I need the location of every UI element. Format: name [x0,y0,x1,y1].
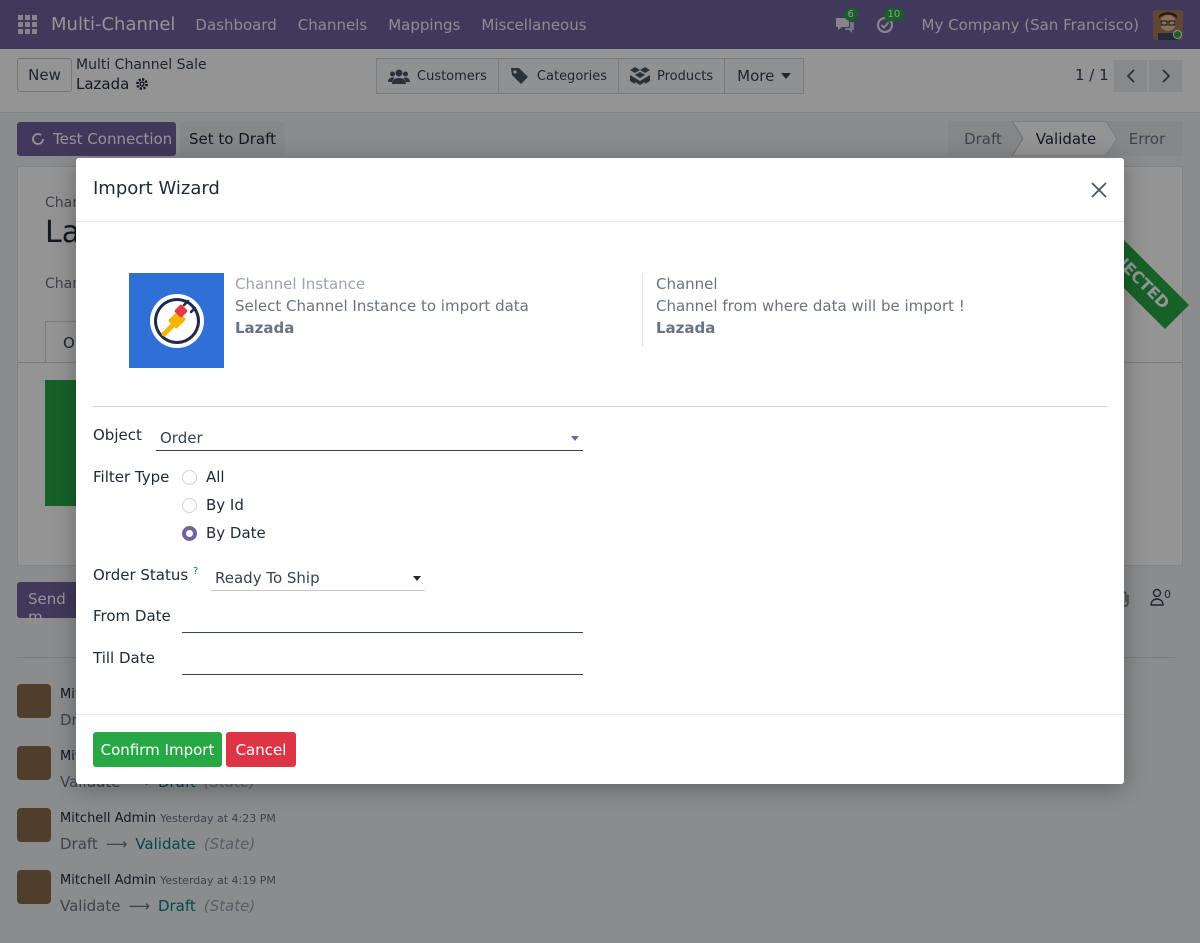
order-status-value: Ready To Ship [215,568,320,587]
radio-unchecked-icon [182,497,197,513]
channel-instance-label: Channel Instance [235,275,366,293]
filter-option-label: All [206,468,225,486]
channel-label: Channel [656,275,718,293]
filter-type-label: Filter Type [93,468,170,486]
caret-down-icon [413,576,421,581]
filter-radio-by-date[interactable]: By Date [182,524,266,542]
info-divider [642,273,643,347]
order-status-label: Order Status [93,566,189,584]
order-status-select[interactable]: Ready To Ship [211,565,425,591]
modal-header: Import Wizard [76,158,1124,222]
filter-radio-by-id[interactable]: By Id [182,496,244,514]
order-status-label-group: Order Status ? [93,566,198,584]
modal-title: Import Wizard [93,178,220,199]
import-wizard-dialog: Import Wizard Channel Instance Select Ch… [76,158,1124,784]
till-date-label: Till Date [93,649,155,667]
confirm-import-button[interactable]: Confirm Import [93,732,222,767]
channel-instance-help: Select Channel Instance to import data [235,297,529,315]
object-value: Order [160,428,203,447]
section-divider [93,406,1107,407]
radio-unchecked-icon [182,469,197,485]
from-date-label: From Date [93,607,171,625]
modal-footer: Confirm Import Cancel [76,714,1124,784]
from-date-input[interactable] [182,607,583,633]
channel-logo [129,273,224,368]
cancel-button[interactable]: Cancel [226,732,296,767]
radio-checked-icon [182,525,197,541]
channel-instance-value[interactable]: Lazada [235,319,294,337]
object-label: Object [93,426,142,444]
caret-down-icon [571,436,579,441]
filter-option-label: By Date [206,524,266,542]
till-date-input[interactable] [182,649,583,675]
close-icon[interactable] [1088,179,1110,201]
channel-help: Channel from where data will be import ! [656,297,965,315]
filter-option-label: By Id [206,496,244,514]
channel-value[interactable]: Lazada [656,319,715,337]
help-tooltip-icon[interactable]: ? [193,566,198,577]
object-select[interactable]: Order [156,425,583,451]
filter-radio-all[interactable]: All [182,468,225,486]
